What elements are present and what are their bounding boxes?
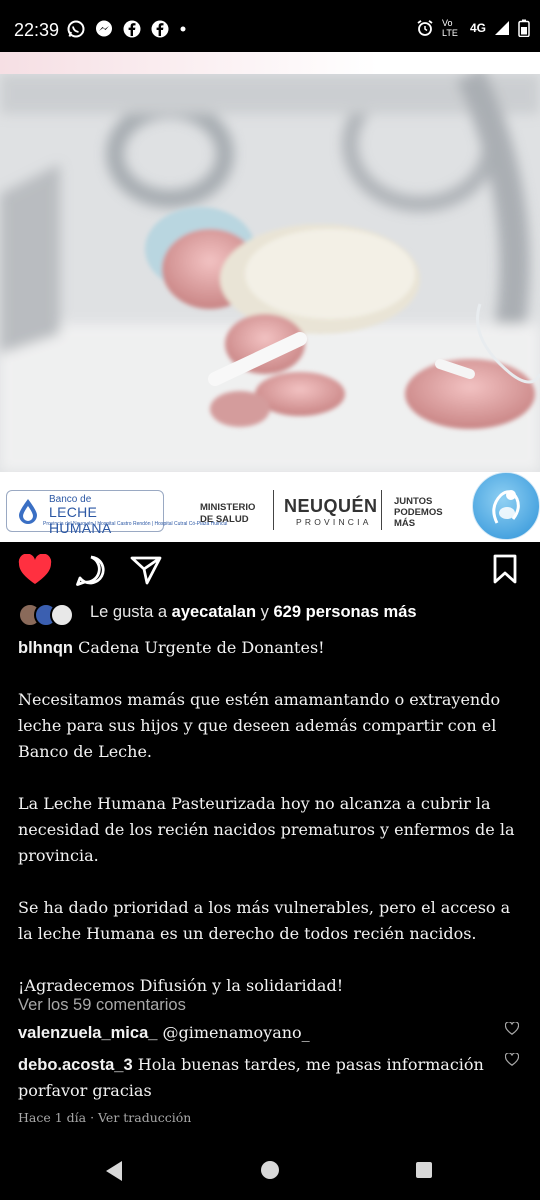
caption-paragraph: Se ha dado prioridad a los más vulnerabl… bbox=[18, 898, 511, 943]
comment-icon[interactable] bbox=[74, 554, 108, 588]
system-nav-bar bbox=[0, 1140, 540, 1200]
system-indicators: Vo LTE 4G bbox=[416, 18, 530, 38]
banco-leche-logo: Banco de LECHE HUMANA Provincia del Neuq… bbox=[6, 490, 227, 536]
province-word: PROVINCIA bbox=[296, 517, 372, 527]
comment-row: debo.acosta_3 Hola buenas tardes, me pas… bbox=[18, 1052, 498, 1103]
bank-line2: LECHE HUMANA bbox=[49, 504, 112, 536]
post-caption: blhnqn Cadena Urgente de Donantes! Neces… bbox=[18, 635, 528, 1025]
avatar bbox=[50, 603, 74, 627]
likes-summary[interactable]: Le gusta a ayecatalan y 629 personas más bbox=[90, 603, 417, 622]
facebook-icon bbox=[123, 20, 141, 38]
status-bar: 22:39 Vo LTE 4G bbox=[0, 0, 540, 52]
comment-text: @gimenamoyano_ bbox=[162, 1023, 310, 1042]
comment-row: valenzuela_mica_ @gimenamoyano_ bbox=[18, 1020, 498, 1046]
comment-like-heart-icon[interactable] bbox=[505, 1022, 519, 1035]
liker-username[interactable]: ayecatalan bbox=[172, 603, 256, 621]
mother-baby-icon bbox=[492, 490, 520, 524]
comment-username[interactable]: valenzuela_mica_ bbox=[18, 1024, 157, 1042]
mother-baby-circle-logo bbox=[472, 472, 540, 540]
comment-like-heart-icon[interactable] bbox=[505, 1053, 519, 1066]
home-circle-icon[interactable] bbox=[260, 1160, 280, 1180]
post-meta: Hace 1 día · Ver traducción bbox=[18, 1110, 191, 1125]
volte-label: Vo LTE bbox=[441, 18, 458, 38]
post-image-photo[interactable] bbox=[0, 74, 540, 472]
messenger-icon bbox=[96, 20, 112, 37]
battery-icon bbox=[518, 19, 530, 37]
bookmark-icon[interactable] bbox=[492, 554, 518, 584]
comment-username[interactable]: debo.acosta_3 bbox=[18, 1056, 133, 1074]
likes-count[interactable]: 629 personas más bbox=[274, 603, 417, 621]
send-icon[interactable] bbox=[130, 555, 162, 585]
network-type-label: 4G bbox=[469, 21, 486, 35]
back-triangle-icon[interactable] bbox=[104, 1160, 124, 1182]
caption-paragraph: Necesitamos mamás que estén amamantando … bbox=[18, 690, 501, 761]
newborn-in-incubator-image bbox=[0, 74, 540, 472]
view-all-comments-link[interactable]: Ver los 59 comentarios bbox=[18, 996, 186, 1015]
whatsapp-icon bbox=[67, 20, 85, 38]
see-translation-link[interactable]: Ver traducción bbox=[98, 1110, 191, 1125]
heart-filled-icon[interactable] bbox=[18, 554, 52, 586]
signal-icon bbox=[495, 21, 509, 35]
meta-separator: · bbox=[90, 1110, 99, 1125]
caption-title: Cadena Urgente de Donantes! bbox=[78, 638, 325, 657]
milk-drop-icon bbox=[19, 499, 37, 524]
slogan-label: JUNTOS PODEMOS MÁS bbox=[394, 496, 443, 529]
likes-connector: y bbox=[260, 603, 269, 621]
logo-divider bbox=[273, 490, 274, 530]
province-name: NEUQUÉN bbox=[284, 496, 378, 516]
ministry-label: MINISTERIO DE SALUD bbox=[200, 502, 256, 525]
caption-paragraph: La Leche Humana Pasteurizada hoy no alca… bbox=[18, 794, 515, 865]
likes-prefix: Le gusta a bbox=[90, 603, 168, 621]
recents-square-icon[interactable] bbox=[415, 1161, 433, 1179]
status-time: 22:39 bbox=[14, 20, 60, 40]
caption-username[interactable]: blhnqn bbox=[18, 639, 73, 657]
logo-divider bbox=[381, 490, 382, 530]
facebook-icon bbox=[151, 20, 169, 38]
notification-icons bbox=[66, 19, 188, 39]
more-notifications-dot-icon bbox=[180, 26, 186, 32]
image-top-band bbox=[0, 52, 540, 74]
post-time: Hace 1 día bbox=[18, 1110, 87, 1125]
alarm-icon bbox=[417, 20, 433, 36]
